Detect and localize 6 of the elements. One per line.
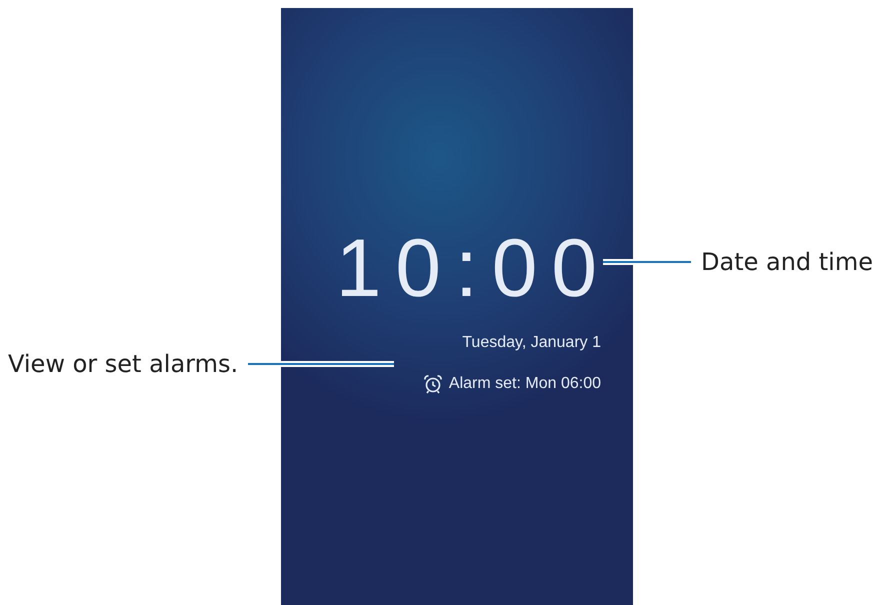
- callout-label: Date and time: [701, 248, 873, 276]
- alarm-clock-icon[interactable]: [422, 374, 443, 394]
- alarm-status-text[interactable]: Alarm set: Mon 06:00: [448, 375, 601, 393]
- date-text: Tuesday, January 1: [462, 334, 601, 352]
- clock-time: 10:00: [336, 228, 611, 310]
- callout-label: View or set alarms.: [8, 350, 238, 378]
